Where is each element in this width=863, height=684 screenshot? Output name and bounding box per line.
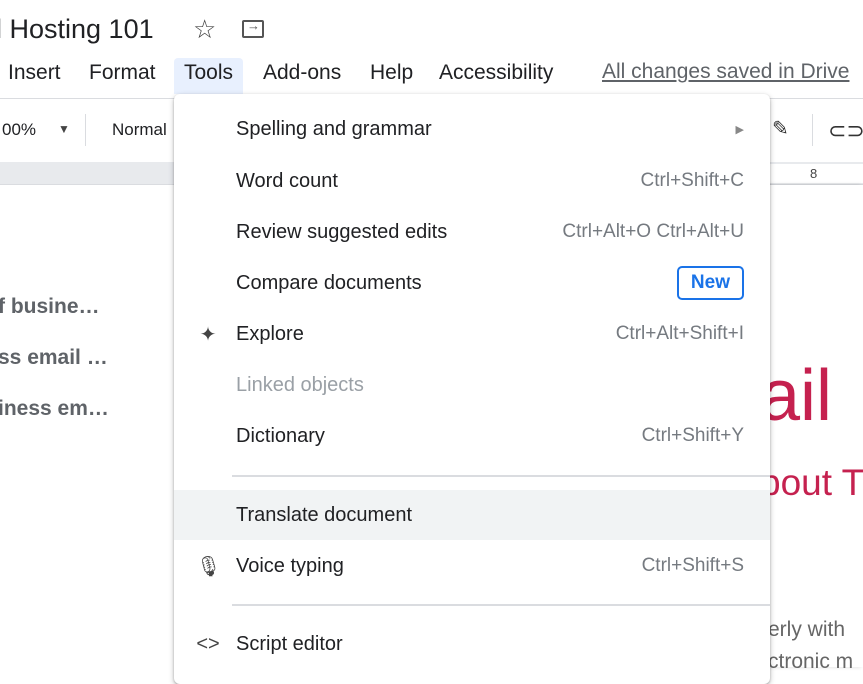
menu-item-script-editor[interactable]: <> Script editor (174, 619, 770, 669)
doc-body-line: erly with (768, 618, 846, 641)
shortcut: Ctrl+Shift+S (641, 555, 744, 576)
item-label: Review suggested edits (236, 220, 448, 243)
ruler-mark: 8 (770, 164, 863, 183)
shortcut: Ctrl+Shift+C (640, 170, 744, 191)
menu-insert[interactable]: Insert (0, 58, 71, 94)
shortcut: Ctrl+Alt+O Ctrl+Alt+U (562, 221, 744, 242)
tools-menu-dropdown: Spelling and grammar ▶ Word count Ctrl+Shi… (174, 94, 770, 684)
microphone-icon: 🎙 (196, 555, 222, 578)
item-label: Translate document (236, 503, 413, 526)
move-folder-icon[interactable] (242, 18, 264, 38)
item-label: Script editor (236, 632, 343, 655)
menu-format[interactable]: Format (79, 58, 166, 94)
zoom-select[interactable]: 00% (2, 120, 36, 140)
menu-item-voice-typing[interactable]: 🎙 Voice typing Ctrl+Shift+S (174, 541, 770, 591)
item-label: Compare documents (236, 271, 422, 294)
style-select[interactable]: Normal (112, 120, 167, 140)
shortcut: Ctrl+Alt+Shift+I (615, 323, 744, 344)
item-label: Voice typing (236, 554, 344, 577)
doc-subheading: bout T (760, 462, 863, 503)
menu-divider (232, 475, 770, 477)
item-label: Explore (236, 322, 304, 345)
menu-help[interactable]: Help (360, 58, 423, 94)
menu-item-dictionary[interactable]: Dictionary Ctrl+Shift+Y (174, 411, 770, 461)
item-label: Dictionary (236, 424, 325, 447)
doc-body-line: ctronic m (768, 650, 854, 673)
menu-item-word-count[interactable]: Word count Ctrl+Shift+C (174, 156, 770, 206)
item-label: Word count (236, 169, 338, 192)
code-icon: <> (196, 632, 220, 655)
menu-addons[interactable]: Add-ons (253, 58, 351, 94)
outline-item[interactable]: ss email … (0, 346, 108, 370)
document-title[interactable]: l Hosting 101 (0, 14, 154, 45)
save-status-link[interactable]: All changes saved in Drive (602, 60, 849, 84)
menu-item-compare[interactable]: Compare documents New (174, 258, 770, 308)
highlight-pen-icon[interactable]: ✎ (772, 116, 789, 141)
shortcut: Ctrl+Shift+Y (641, 425, 744, 446)
doc-heading: ail (760, 356, 833, 436)
menu-item-linked-objects: Linked objects (174, 360, 770, 410)
menu-item-spelling[interactable]: Spelling and grammar ▶ (174, 104, 770, 154)
toolbar-divider (812, 114, 813, 146)
menu-accessibility[interactable]: Accessibility (429, 58, 563, 94)
star-icon[interactable]: ☆ (193, 14, 216, 45)
item-label: Spelling and grammar (236, 117, 432, 140)
submenu-arrow-icon: ▶ (735, 123, 744, 136)
toolbar-divider (85, 114, 86, 146)
chevron-down-icon[interactable]: ▼ (58, 122, 70, 136)
outline-item[interactable]: f busine… (0, 295, 100, 319)
menu-tools[interactable]: Tools (174, 58, 244, 94)
link-icon[interactable]: ⊂⊃ (828, 118, 863, 144)
menu-item-translate[interactable]: Translate document (174, 490, 770, 540)
menu-divider (232, 604, 770, 606)
item-label: Linked objects (236, 373, 364, 396)
new-badge: New (676, 266, 744, 300)
explore-icon: ✦ (199, 323, 217, 346)
menu-item-explore[interactable]: ✦ Explore Ctrl+Alt+Shift+I (174, 309, 770, 359)
menu-item-review-edits[interactable]: Review suggested edits Ctrl+Alt+O Ctrl+Al… (174, 207, 770, 257)
outline-item[interactable]: iness em… (0, 397, 109, 421)
